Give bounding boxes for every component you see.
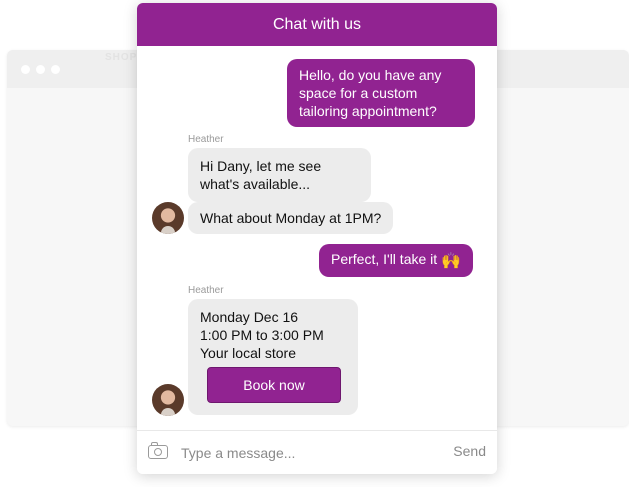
message-composer: Send (137, 430, 497, 474)
appointment-time: 1:00 PM to 3:00 PM (200, 327, 324, 343)
sender-name: Heather (188, 285, 224, 296)
appointment-date: Monday Dec 16 (200, 309, 299, 325)
background-site-text: SHOP (105, 52, 138, 63)
chat-widget: Chat with us Hello, do you have any spac… (137, 3, 497, 474)
book-now-button[interactable]: Book now (207, 367, 341, 403)
agent-avatar (152, 384, 184, 416)
outgoing-message: Perfect, I'll take it 🙌 (319, 244, 474, 277)
chat-header-title: Chat with us (137, 3, 497, 46)
incoming-message: What about Monday at 1PM? (188, 202, 394, 234)
window-dot-icon (36, 65, 45, 74)
appointment-location: Your local store (200, 345, 296, 361)
message-text: Hello, do you have any space for a custo… (299, 67, 442, 119)
window-dot-icon (21, 65, 30, 74)
send-button[interactable]: Send (453, 443, 486, 459)
message-input[interactable] (181, 444, 381, 462)
camera-icon[interactable] (148, 442, 168, 459)
agent-avatar (152, 202, 184, 234)
message-text: What about Monday at 1PM? (200, 210, 382, 226)
message-text: Perfect, I'll take it (331, 251, 438, 267)
incoming-message: Hi Dany, let me see what's available... (188, 148, 371, 202)
raising-hands-icon: 🙌 (441, 253, 462, 270)
outgoing-message: Hello, do you have any space for a custo… (287, 59, 475, 127)
sender-name: Heather (188, 134, 224, 145)
window-dot-icon (51, 65, 60, 74)
message-text: Hi Dany, let me see what's available... (200, 158, 322, 192)
